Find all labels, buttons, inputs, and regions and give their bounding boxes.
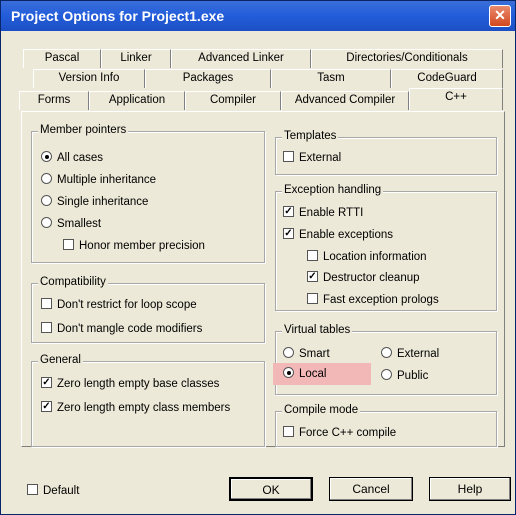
radio-vt-public[interactable]: Public <box>381 368 428 384</box>
tab-compiler[interactable]: Compiler <box>185 91 281 110</box>
enable-rtti-label: Enable RTTI <box>299 207 364 219</box>
check-icon[interactable]: ✓ <box>283 206 294 218</box>
tab-application[interactable]: Application <box>89 91 185 110</box>
checkbox-indicator[interactable] <box>283 426 294 438</box>
checkbox-indicator[interactable] <box>63 239 74 251</box>
radio-indicator[interactable] <box>41 173 52 185</box>
window-title: Project Options for Project1.exe <box>11 8 225 24</box>
fast-exception-prologs-label: Fast exception prologs <box>323 294 439 306</box>
checkbox-fast-exception-prologs[interactable]: Fast exception prologs <box>307 292 439 308</box>
project-options-dialog: Project Options for Project1.exe ✕ Pasca… <box>0 0 516 515</box>
radio-indicator[interactable] <box>381 347 392 359</box>
honor-member-precision-label: Honor member precision <box>79 240 205 252</box>
radio-selected-indicator[interactable] <box>283 367 294 379</box>
templates-label: Templates <box>282 130 339 142</box>
tab-directories-conditionals[interactable]: Directories/Conditionals <box>311 49 503 68</box>
tab-advanced-linker[interactable]: Advanced Linker <box>171 49 311 68</box>
default-label: Default <box>43 485 80 497</box>
checkbox-force-cpp-compile[interactable]: Force C++ compile <box>283 425 396 441</box>
smart-label: Smart <box>299 348 330 360</box>
general-label: General <box>38 354 83 366</box>
cancel-button[interactable]: Cancel <box>329 477 413 501</box>
checkbox-indicator[interactable] <box>307 250 318 262</box>
templates-external-label: External <box>299 152 342 164</box>
single-inheritance-label: Single inheritance <box>57 196 149 208</box>
local-label: Local <box>299 368 327 380</box>
dont-mangle-code-modifiers-label: Don't mangle code modifiers <box>57 323 203 335</box>
tab-packages[interactable]: Packages <box>145 69 271 88</box>
dialog-button-bar: Default OK Cancel Help <box>1 459 515 515</box>
checkbox-indicator[interactable] <box>307 293 318 305</box>
checkbox-default[interactable]: Default <box>27 483 79 499</box>
smallest-label: Smallest <box>57 218 102 230</box>
compatibility-label: Compatibility <box>38 276 108 288</box>
title-bar[interactable]: Project Options for Project1.exe ✕ <box>1 1 515 31</box>
checkbox-enable-exceptions[interactable]: ✓ Enable exceptions <box>283 227 393 243</box>
tab-advanced-compiler[interactable]: Advanced Compiler <box>281 91 409 110</box>
tab-tasm[interactable]: Tasm <box>271 69 391 88</box>
tab-pascal[interactable]: Pascal <box>23 49 101 68</box>
destructor-cleanup-label: Destructor cleanup <box>323 272 420 284</box>
tab-codeguard[interactable]: CodeGuard <box>391 69 503 88</box>
radio-indicator[interactable] <box>41 195 52 207</box>
public-label: Public <box>397 370 429 382</box>
tab-version-info[interactable]: Version Info <box>33 69 145 88</box>
tab-row-2: Version Info Packages Tasm CodeGuard <box>23 69 513 88</box>
enable-exceptions-label: Enable exceptions <box>299 229 393 241</box>
virtual-tables-label: Virtual tables <box>282 324 353 336</box>
checkbox-indicator[interactable] <box>41 298 52 310</box>
close-button[interactable]: ✕ <box>489 5 511 27</box>
multiple-inheritance-label: Multiple inheritance <box>57 174 157 186</box>
checkbox-indicator[interactable] <box>27 484 38 496</box>
radio-all-cases[interactable]: All cases <box>41 150 103 166</box>
checkbox-zero-length-empty-class-members[interactable]: ✓ Zero length empty class members <box>41 400 230 416</box>
help-button[interactable]: Help <box>429 477 511 501</box>
dont-restrict-loop-scope-label: Don't restrict for loop scope <box>57 299 197 311</box>
zero-length-empty-base-classes-label: Zero length empty base classes <box>57 378 220 390</box>
checkbox-location-information[interactable]: Location information <box>307 249 427 265</box>
checkbox-indicator[interactable] <box>41 322 52 334</box>
tab-row-3: Forms Application Compiler Advanced Comp… <box>19 88 509 110</box>
member-pointers-label: Member pointers <box>38 124 129 136</box>
radio-vt-local[interactable]: Local <box>273 363 371 385</box>
zero-length-empty-class-members-label: Zero length empty class members <box>57 402 231 414</box>
radio-selected-indicator[interactable] <box>41 151 52 163</box>
radio-indicator[interactable] <box>283 347 294 359</box>
checkbox-honor-member-precision[interactable]: Honor member precision <box>63 238 205 254</box>
check-icon[interactable]: ✓ <box>307 271 318 283</box>
vt-external-label: External <box>397 348 440 360</box>
force-cpp-compile-label: Force C++ compile <box>299 427 397 439</box>
location-information-label: Location information <box>323 251 427 263</box>
tab-row-1: Pascal Linker Advanced Linker Directorie… <box>23 49 513 68</box>
tab-cpp[interactable]: C++ <box>409 88 503 110</box>
radio-smallest[interactable]: Smallest <box>41 216 101 232</box>
check-icon[interactable]: ✓ <box>283 228 294 240</box>
tab-forms[interactable]: Forms <box>19 91 89 110</box>
check-icon[interactable]: ✓ <box>41 401 52 413</box>
check-icon[interactable]: ✓ <box>41 377 52 389</box>
checkbox-dont-restrict-loop-scope[interactable]: Don't restrict for loop scope <box>41 297 197 313</box>
checkbox-destructor-cleanup[interactable]: ✓ Destructor cleanup <box>307 270 420 286</box>
all-cases-label: All cases <box>57 152 104 164</box>
compile-mode-label: Compile mode <box>282 404 361 416</box>
radio-vt-external[interactable]: External <box>381 346 439 362</box>
checkbox-enable-rtti[interactable]: ✓ Enable RTTI <box>283 205 363 221</box>
radio-indicator[interactable] <box>381 369 392 381</box>
exception-handling-label: Exception handling <box>282 184 384 196</box>
checkbox-dont-mangle-code-modifiers[interactable]: Don't mangle code modifiers <box>41 321 202 337</box>
radio-single-inheritance[interactable]: Single inheritance <box>41 194 148 210</box>
radio-indicator[interactable] <box>41 217 52 229</box>
tab-linker[interactable]: Linker <box>101 49 171 68</box>
radio-multiple-inheritance[interactable]: Multiple inheritance <box>41 172 156 188</box>
checkbox-templates-external[interactable]: External <box>283 150 341 166</box>
radio-vt-smart[interactable]: Smart <box>283 346 330 362</box>
ok-button[interactable]: OK <box>229 477 313 501</box>
checkbox-indicator[interactable] <box>283 151 294 163</box>
checkbox-zero-length-empty-base-classes[interactable]: ✓ Zero length empty base classes <box>41 376 219 392</box>
